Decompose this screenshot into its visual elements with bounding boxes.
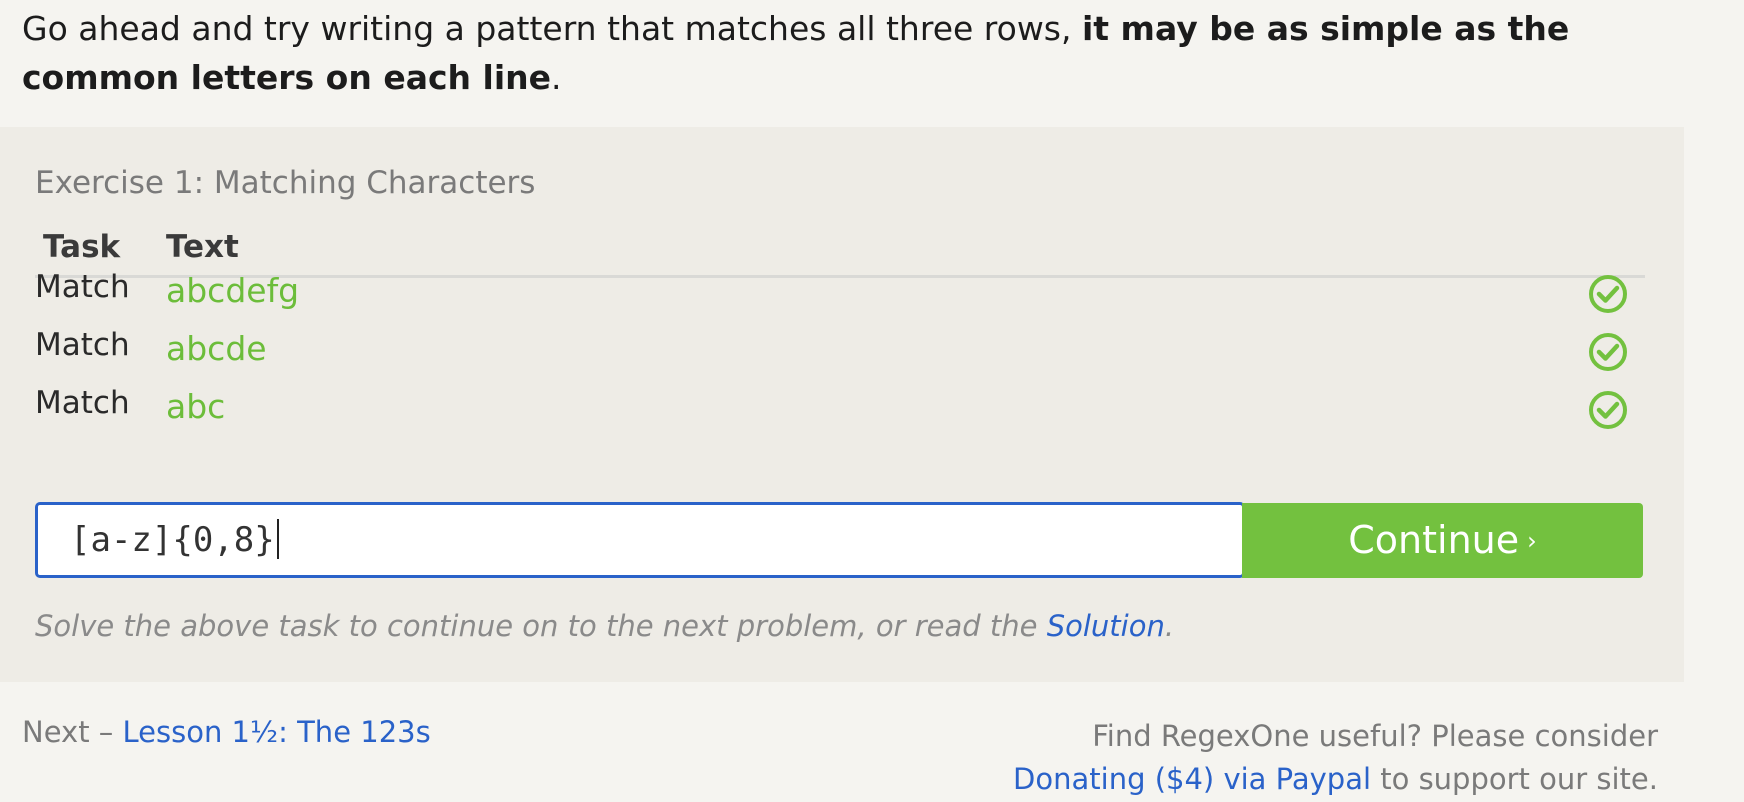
regex-input[interactable]: [a-z]{0,8} [35, 502, 1245, 578]
promo-after: to support our site. [1371, 762, 1658, 796]
chevron-right-icon: › [1527, 527, 1537, 555]
regex-input-value: [a-z]{0,8} [70, 520, 275, 560]
next-lesson-link[interactable]: Lesson 1½: The 123s [123, 715, 431, 749]
row-task-label: Match [35, 269, 130, 305]
row-match-text: abcdefg [166, 271, 300, 310]
donate-link[interactable]: Donating ($4) via Paypal [1013, 762, 1371, 796]
intro-text: Go ahead and try writing a pattern that … [22, 9, 1082, 48]
hint-after: . [1164, 609, 1175, 643]
hint-text: Solve the above task to continue on to t… [35, 609, 1174, 643]
check-circle-icon [1589, 391, 1627, 429]
table-row: Match abcdefg [0, 269, 1684, 329]
next-label: Next – [22, 715, 123, 749]
continue-button[interactable]: Continue › [1242, 503, 1643, 578]
exercise-panel: Exercise 1: Matching Characters Task Tex… [0, 127, 1684, 682]
column-header-task: Task [43, 229, 121, 265]
row-task-label: Match [35, 385, 130, 421]
exercise-title: Exercise 1: Matching Characters [35, 165, 536, 201]
promo-line-2: Donating ($4) via Paypal to support our … [898, 758, 1658, 801]
table-row: Match abc [0, 385, 1684, 445]
promo-line: Find RegexOne useful? Please consider [1092, 719, 1658, 753]
hint-before: Solve the above task to continue on to t… [35, 609, 1047, 643]
check-circle-icon [1589, 333, 1627, 371]
column-header-text: Text [166, 229, 239, 265]
next-lesson-nav: Next – Lesson 1½: The 123s [22, 715, 431, 749]
row-match-text: abcde [166, 329, 267, 368]
intro-end: . [551, 58, 562, 97]
continue-button-label: Continue [1348, 518, 1520, 562]
solution-link[interactable]: Solution [1047, 609, 1165, 643]
check-circle-icon [1589, 275, 1627, 313]
row-task-label: Match [35, 327, 130, 363]
text-caret [276, 519, 279, 559]
row-match-text: abc [166, 387, 226, 426]
donate-promo: Find RegexOne useful? Please consider Do… [898, 715, 1658, 801]
table-row: Match abcde [0, 327, 1684, 387]
intro-paragraph: Go ahead and try writing a pattern that … [22, 4, 1662, 102]
